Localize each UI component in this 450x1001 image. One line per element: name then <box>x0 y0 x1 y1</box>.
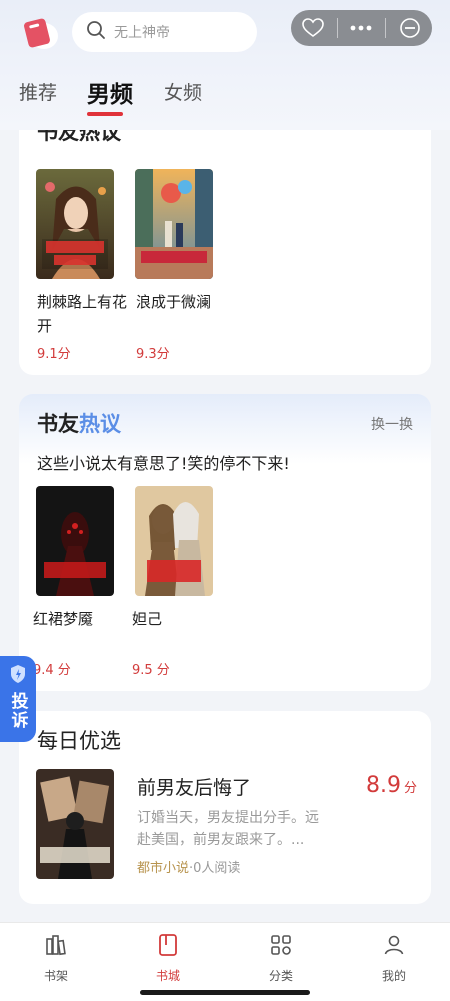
book-cover[interactable] <box>36 769 114 879</box>
search-bar[interactable]: 无上神帝 <box>72 12 257 52</box>
channel-tabs: 推荐 男频 女频 <box>0 78 450 118</box>
bookshelf-icon <box>44 933 68 961</box>
category-grid-icon <box>269 933 293 961</box>
book-title[interactable]: 荆棘路上有花开 <box>37 290 132 338</box>
header: 无上神帝 推荐 男频 女频 <box>0 0 450 130</box>
book-logo-icon[interactable] <box>22 16 58 52</box>
user-icon <box>382 933 406 961</box>
book-category[interactable]: 都市小说 <box>137 861 189 876</box>
tab-category[interactable]: 分类 <box>251 933 311 984</box>
tab-label: 书架 <box>43 969 68 983</box>
complain-label: 投诉 <box>7 692 28 730</box>
tab-male[interactable]: 男频 <box>87 75 133 109</box>
section-subtitle: 这些小说太有意思了!笑的停不下来! <box>37 454 290 473</box>
active-tab-indicator <box>87 112 123 116</box>
book-meta: 都市小说·0人阅读 <box>137 857 240 876</box>
score-value: 8.9 <box>365 773 401 798</box>
section-title: 每日优选 <box>37 729 121 753</box>
home-indicator <box>140 990 310 995</box>
book-score: 9.4 分 <box>33 663 71 678</box>
tab-label: 分类 <box>268 969 293 983</box>
complain-button[interactable]: 投诉 <box>0 656 36 742</box>
tab-female[interactable]: 女频 <box>164 78 202 105</box>
capsule-divider <box>336 18 338 38</box>
tab-bookshelf[interactable]: 书架 <box>26 933 86 984</box>
book-title[interactable]: 前男友后悔了 <box>137 773 251 800</box>
tab-mine[interactable]: 我的 <box>364 933 424 984</box>
book-cover[interactable] <box>36 169 114 279</box>
minimize-icon[interactable] <box>390 10 430 46</box>
refresh-button[interactable]: 换一换 <box>371 414 413 434</box>
reader-count: ·0人阅读 <box>189 861 241 876</box>
book-icon <box>156 933 180 961</box>
more-icon[interactable] <box>341 10 381 46</box>
tab-label: 我的 <box>381 969 406 983</box>
book-score: 8.9 分 <box>366 773 417 798</box>
book-title[interactable]: 红裙梦魇 <box>33 607 128 631</box>
heart-icon[interactable] <box>293 10 333 46</box>
section-title: 书友热议 <box>37 408 121 438</box>
book-score: 9.5 分 <box>132 663 170 678</box>
capsule-divider <box>385 18 387 38</box>
book-cover[interactable] <box>135 486 213 596</box>
hot-discussion-card-2: 书友热议 换一换 这些小说太有意思了!笑的停不下来! 红裙梦魇 9.4 分 妲己… <box>19 394 431 691</box>
book-score: 9.3分 <box>136 347 170 362</box>
section-title-highlight: 热议 <box>79 412 121 436</box>
hot-discussion-card: 书友热议 荆棘路上有花开 9.1分 浪成于微澜 9.3分 <box>19 110 431 375</box>
mini-program-capsule <box>291 10 432 46</box>
book-title[interactable]: 妲己 <box>132 607 227 631</box>
shield-icon <box>9 664 27 688</box>
section-title-part: 书友 <box>37 412 79 436</box>
book-description: 订婚当天，男友提出分手。远赴美国，前男友跟来了。... <box>137 810 319 848</box>
score-unit: 分 <box>403 781 417 796</box>
book-title[interactable]: 浪成于微澜 <box>136 290 231 314</box>
search-placeholder: 无上神帝 <box>114 25 170 41</box>
tab-label: 书城 <box>155 969 180 983</box>
book-cover[interactable] <box>36 486 114 596</box>
book-score: 9.1分 <box>37 347 71 362</box>
tab-recommend[interactable]: 推荐 <box>19 78 57 105</box>
search-icon <box>86 20 106 44</box>
daily-pick-card: 每日优选 前男友后悔了 8.9 分 订婚当天，男友提出分手。远赴美国，前男友跟来了… <box>19 711 431 904</box>
tab-bookstore[interactable]: 书城 <box>138 933 198 984</box>
book-cover[interactable] <box>135 169 213 279</box>
